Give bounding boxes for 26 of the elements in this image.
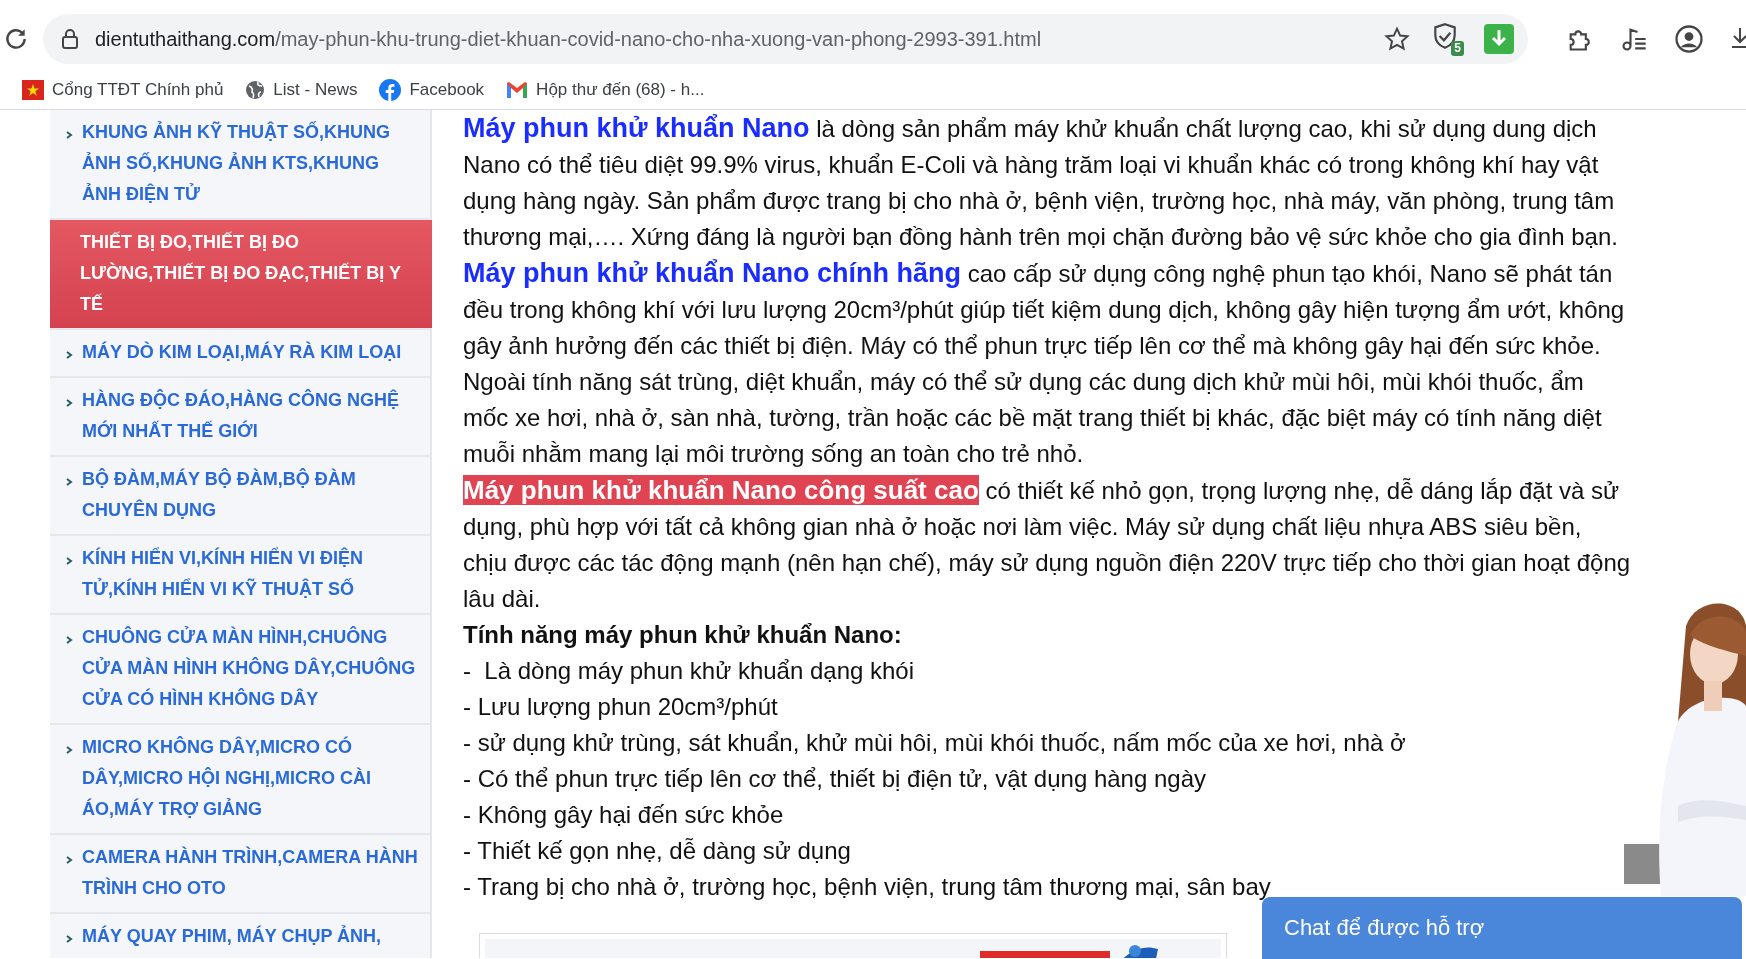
paragraph: Máy phun khử khuẩn Nano là dòng sản phẩm máy khử khuẩn chất lượng cao, khi sử dụng dung dịch Nano có thể tiêu diệt 99.9% virus, khuẩn E-Coli và hàng trăm loại vi khuẩn khác có trong không khí hay vật dụng hàng ngày. Sản phẩm được trang bị cho nhà ở, bệnh viện, trường học, nhà máy, văn phòng, trung tâm thương mại,…. Xứng đáng là người bạn đồng hành trên mọi chặn đường bảo vệ sức khỏe cho gia đình bạn. [463, 112, 1619, 252]
sidebar-item[interactable]: KÍNH HIỂN VI,KÍNH HIỂN VI ĐIỆN TỬ,KÍNH HIỂN VI KỸ THUẬT SỐ [50, 536, 430, 615]
sidebar-item[interactable]: CHUÔNG CỬA MÀN HÌNH,CHUÔNG CỬA MÀN HÌNH KHÔNG DÂY,CHUÔNG CỬA CÓ HÌNH KHÔNG DÂY [50, 615, 430, 725]
bookmark[interactable]: Hộp thư đến (68) - h... [506, 76, 705, 103]
feature-item: - Có thể phun trực tiếp lên cơ thể, thiết bị điện tử, vật dụng hàng ngày [463, 764, 1207, 794]
feature-item: - Là dòng máy phun khử khuẩn dạng khói [463, 656, 916, 686]
paragraph: Máy phun khử khuẩn Nano chính hãng cao cấp sử dụng công nghệ phun tạo khói, Nano sẽ phát tán đều trong không khí với lưu lượng 20cm³/phút giúp tiết kiệm dung dịch, không gây hiện tượng ẩm ướt, không gây ảnh hưởng đến các thiết bị điện. Máy có thể phun trực tiếp lên cơ thể mà không gây hại đến sức khỏe. Ngoài tính năng sát trùng, diệt khuẩn, máy có thể sử dụng các dung dịch khử mùi hôi, mùi khói thuốc, ẩm mốc xe hơi, nhà ở, sàn nhà, tường, trần hoặc các bề mặt trang thiết bị khác, đặc biệt máy có tính năng diệt muỗi nhằm mang lại môi trường sống an toàn cho trẻ nhỏ. [463, 257, 1626, 469]
paragraph: Máy phun khử khuẩn Nano công suất cao có thiết kế nhỏ gọn, trọng lượng nhẹ, dễ dáng lắp đặt và sử dụng, phù hợp với tất cả không gian nhà ở hoặc nơi làm việc. Máy sử dụng chất liệu nhựa ABS siêu bền, chịu được các tác động mạnh (nên hạn chế), máy sử dụng nguồn điện 220V trực tiếp cho thời gian hoạt động lâu dài. [463, 474, 1632, 614]
sidebar-item[interactable]: THIẾT BỊ ĐO,THIẾT BỊ ĐO LƯỜNG,THIẾT BỊ ĐO ĐẠC,THIẾT BỊ Y TẾ [50, 220, 432, 330]
sidebar-item[interactable]: CAMERA HÀNH TRÌNH,CAMERA HÀNH TRÌNH CHO OTO [50, 835, 430, 914]
sidebar-item[interactable]: BỘ ĐÀM,MÁY BỘ ĐÀM,BỘ ĐÀM CHUYÊN DỤNG [50, 457, 430, 536]
feature-item: - Thiết kế gọn nhẹ, dễ dàng sử dụng [463, 836, 852, 866]
address-bar[interactable]: dientuthaithang.com/may-phun-khu-trung-diet-khuan-covid-nano-cho-nha-xuong-van-phong-2993-391.html 5 [43, 14, 1528, 64]
feature-item: - sử dụng khử trùng, sát khuẩn, khử mùi hôi, mùi khói thuốc, nấm mốc của xe hơi, nhà ở [463, 728, 1407, 758]
sidebar-item[interactable]: MÁY QUAY PHIM, MÁY CHỤP ẢNH, [50, 914, 430, 958]
feature-item: - Lưu lượng phun 20cm³/phút [463, 692, 779, 722]
bookmark[interactable]: List - News [245, 76, 358, 103]
sidebar-item[interactable]: MÁY DÒ KIM LOẠI,MÁY RÀ KIM LOẠI [50, 330, 430, 378]
bookmark[interactable]: Facebook [379, 76, 485, 103]
url-text: dientuthaithang.com/may-phun-khu-trung-diet-khuan-covid-nano-cho-nha-xuong-van-phong-2993-391.html [95, 27, 1042, 52]
extension-badge: 5 [1451, 41, 1464, 56]
sidebar-item[interactable]: HÀNG ĐỘC ĐÁO,HÀNG CÔNG NGHỆ MỚI NHẤT THẾ GIỚI [50, 378, 430, 457]
features-heading: Tính năng máy phun khử khuẩn Nano: [463, 620, 903, 650]
feature-item: - Không gây hại đến sức khỏe [463, 800, 785, 830]
bookmark[interactable]: Cổng TTĐT Chính phủ [22, 76, 224, 103]
sidebar-item[interactable]: MICRO KHÔNG DÂY,MICRO CÓ DÂY,MICRO HỘI NGHỊ,MICRO CÀI ÁO,MÁY TRỢ GIẢNG [50, 725, 430, 835]
